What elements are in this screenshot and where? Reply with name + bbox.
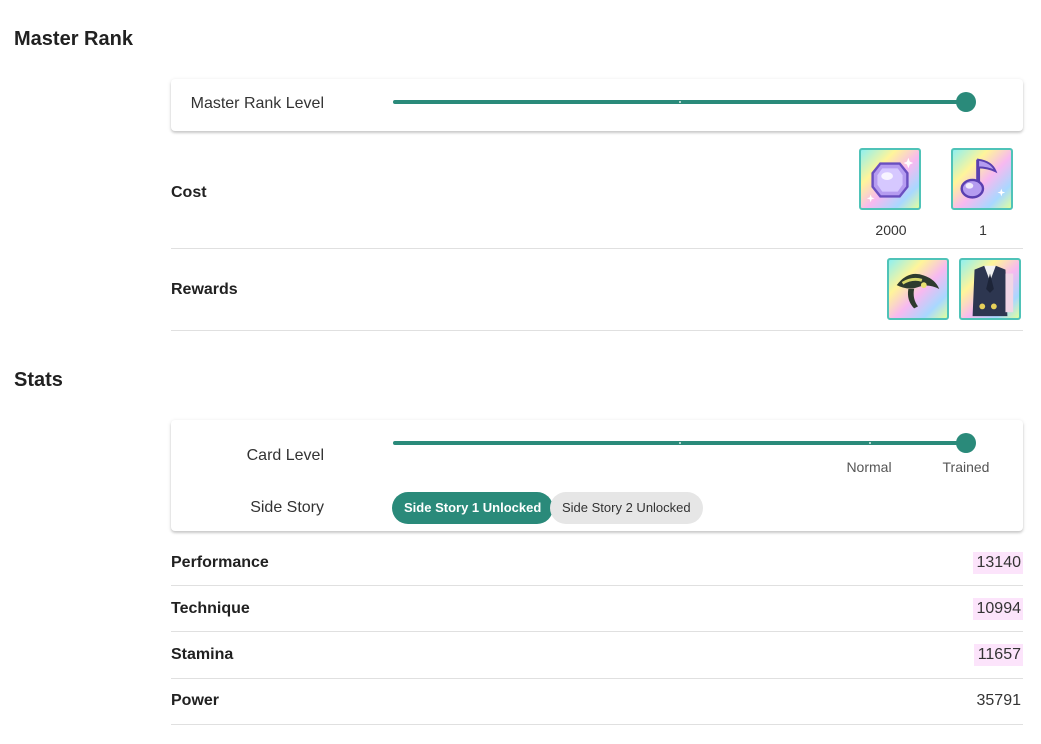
card-level-slider-thumb[interactable]	[956, 433, 976, 453]
stat-value: 10994	[972, 598, 1023, 620]
stat-value: 13140	[972, 552, 1023, 574]
card-level-slider[interactable]	[393, 433, 976, 453]
stat-row-stamina: Stamina 11657	[171, 632, 1023, 679]
hair-accessory-icon[interactable]	[887, 258, 949, 320]
master-rank-level-label: Master Rank Level	[190, 95, 324, 112]
music-note-gem-icon[interactable]	[951, 148, 1013, 210]
slider-tick	[868, 442, 871, 444]
stats-controls-card: Card Level Normal Trained Side Story Sid…	[171, 420, 1023, 531]
cost-label: Cost	[171, 184, 207, 201]
stat-label: Technique	[171, 600, 250, 617]
card-level-mark-normal[interactable]: Normal	[846, 459, 891, 475]
stat-row-power: Power 35791	[171, 679, 1023, 725]
side-story-2-chip[interactable]: Side Story 2 Unlocked	[550, 492, 703, 524]
side-story-1-chip[interactable]: Side Story 1 Unlocked	[392, 492, 554, 524]
slider-tick	[678, 442, 681, 444]
slider-tick	[678, 101, 681, 103]
stat-label: Performance	[171, 554, 269, 571]
octagon-gem-icon[interactable]	[859, 148, 921, 210]
stats-title: Stats	[14, 369, 63, 391]
stat-value: 35791	[976, 692, 1022, 709]
card-level-label: Card Level	[246, 447, 324, 464]
rewards-label: Rewards	[171, 281, 238, 298]
cost-qty-2: 1	[979, 222, 987, 238]
master-rank-title: Master Rank	[14, 28, 133, 50]
master-rank-level-slider[interactable]	[393, 92, 976, 112]
stat-label: Power	[171, 692, 220, 709]
master-rank-level-card: Master Rank Level	[171, 79, 1023, 131]
cost-qty-1: 2000	[875, 222, 907, 238]
stat-label: Stamina	[171, 646, 234, 663]
stat-value: 11657	[973, 644, 1023, 666]
master-rank-level-slider-thumb[interactable]	[956, 92, 976, 112]
costume-icon[interactable]	[959, 258, 1021, 320]
card-level-mark-trained[interactable]: Trained	[943, 459, 990, 475]
stat-row-technique: Technique 10994	[171, 586, 1023, 632]
stat-row-performance: Performance 13140	[171, 540, 1023, 586]
side-story-label: Side Story	[250, 499, 324, 516]
